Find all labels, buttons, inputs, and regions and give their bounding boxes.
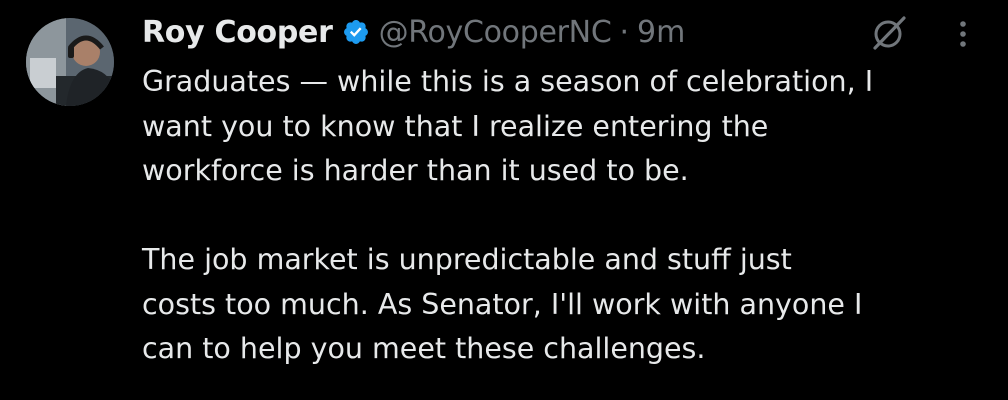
author-name[interactable]: Roy Cooper bbox=[142, 15, 333, 50]
avatar-photo bbox=[26, 18, 114, 106]
verified-badge-icon[interactable] bbox=[342, 18, 370, 46]
separator-dot: · bbox=[619, 14, 630, 50]
tweet-header: Roy Cooper @RoyCooperNC · 9m bbox=[142, 10, 685, 54]
tweet-text: Graduates — while this is a season of ce… bbox=[142, 65, 874, 365]
grok-icon[interactable] bbox=[870, 14, 908, 52]
timestamp[interactable]: 9m bbox=[637, 15, 685, 50]
avatar[interactable] bbox=[26, 18, 114, 106]
author-handle[interactable]: @RoyCooperNC bbox=[379, 15, 612, 50]
more-vertical-icon[interactable] bbox=[948, 16, 978, 52]
